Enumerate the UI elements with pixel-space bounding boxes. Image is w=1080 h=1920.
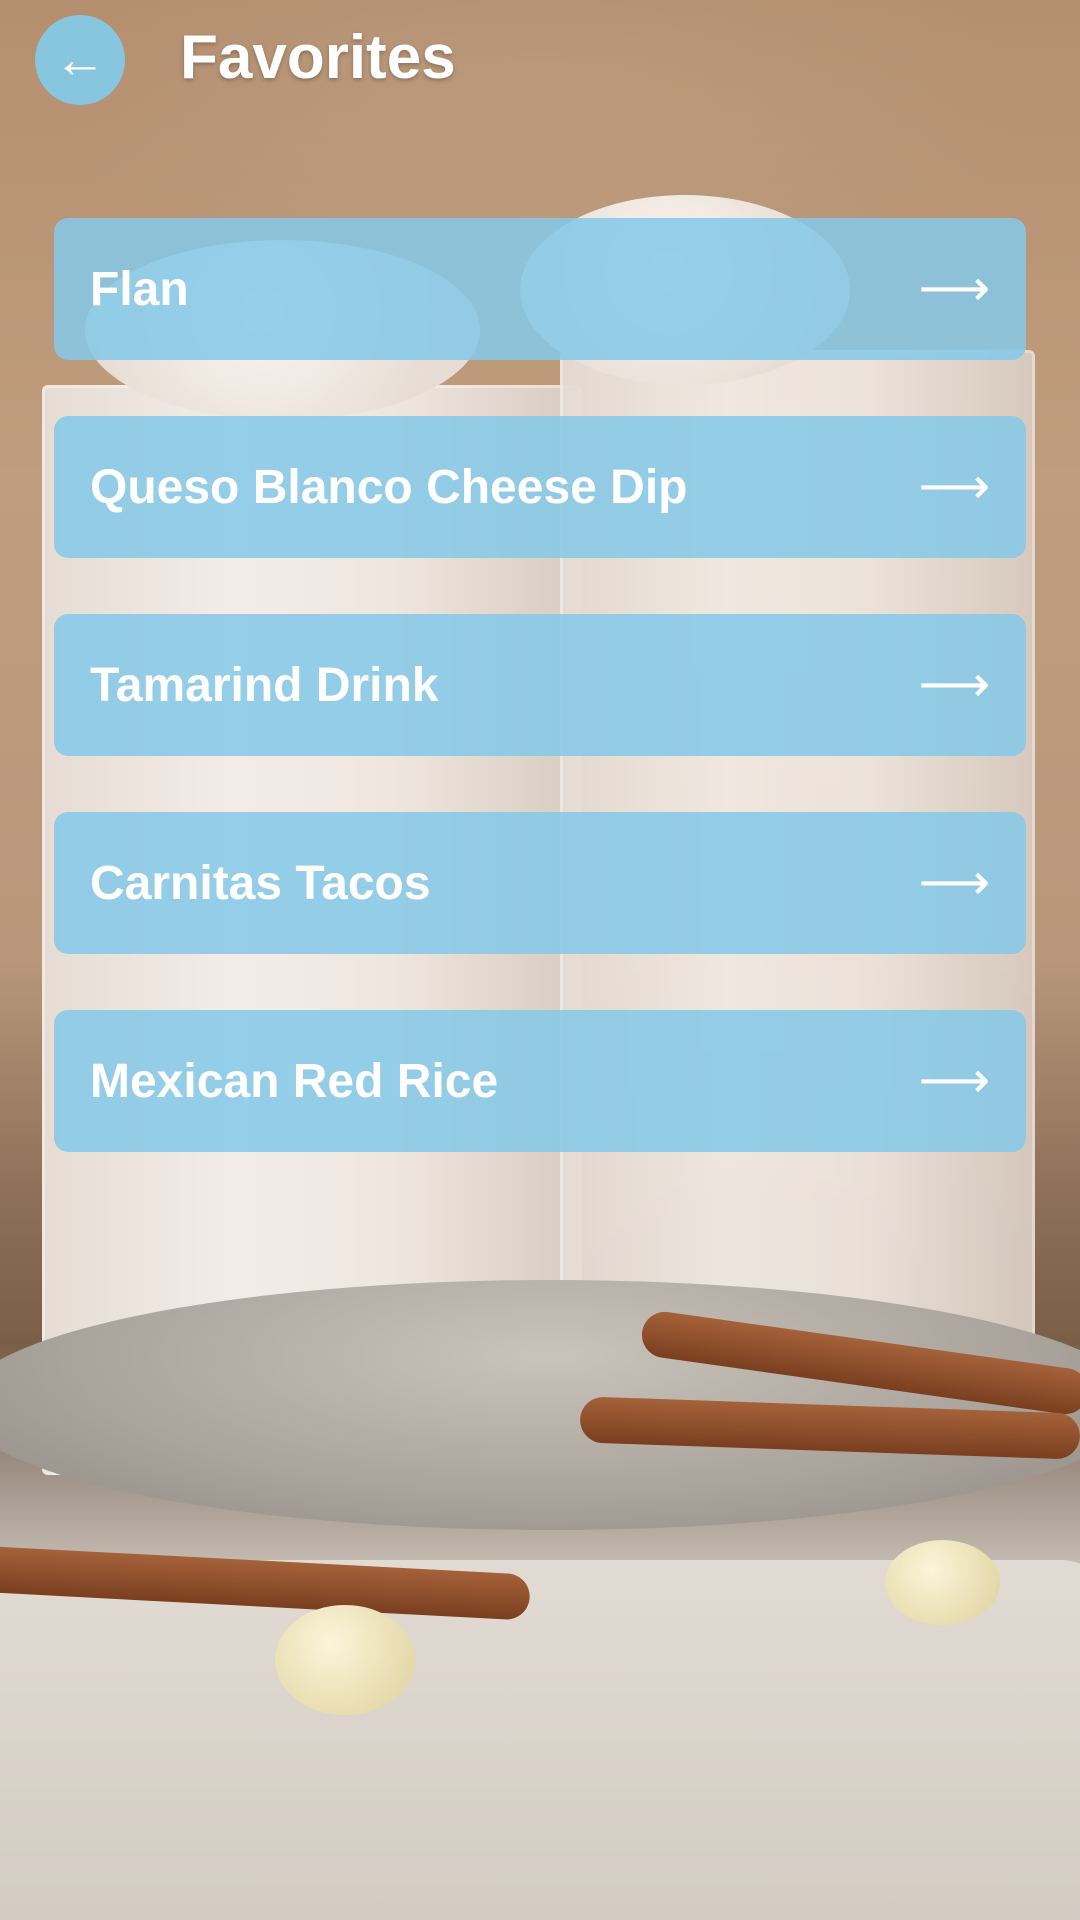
macadamia-nut xyxy=(885,1540,1000,1625)
favorite-item-label: Flan xyxy=(90,262,189,316)
arrow-right-icon: ⟶ xyxy=(918,260,990,316)
arrow-right-icon: ⟶ xyxy=(918,458,990,514)
arrow-right-icon: ⟶ xyxy=(918,656,990,712)
favorite-item-label: Mexican Red Rice xyxy=(90,1054,499,1108)
favorite-item-tamarind-drink[interactable]: Tamarind Drink ⟶ xyxy=(54,614,1026,756)
favorite-item-mexican-red-rice[interactable]: Mexican Red Rice ⟶ xyxy=(54,1010,1026,1152)
favorite-item-carnitas-tacos[interactable]: Carnitas Tacos ⟶ xyxy=(54,812,1026,954)
favorite-item-label: Tamarind Drink xyxy=(90,658,439,712)
back-button[interactable]: ← xyxy=(35,15,125,105)
back-arrow-icon: ← xyxy=(54,31,106,89)
favorite-item-flan[interactable]: Flan ⟶ xyxy=(54,218,1026,360)
serving-tray xyxy=(0,1280,1080,1530)
favorites-screen: ← Favorites Flan ⟶ Queso Blanco Cheese D… xyxy=(0,0,1080,1920)
favorites-list: Flan ⟶ Queso Blanco Cheese Dip ⟶ Tamarin… xyxy=(54,218,1026,1208)
page-title: Favorites xyxy=(180,23,456,92)
favorite-item-label: Carnitas Tacos xyxy=(90,856,431,910)
arrow-right-icon: ⟶ xyxy=(918,1052,990,1108)
favorite-item-queso-blanco-cheese-dip[interactable]: Queso Blanco Cheese Dip ⟶ xyxy=(54,416,1026,558)
favorite-item-label: Queso Blanco Cheese Dip xyxy=(90,460,688,514)
arrow-right-icon: ⟶ xyxy=(918,854,990,910)
macadamia-nut xyxy=(275,1605,415,1715)
